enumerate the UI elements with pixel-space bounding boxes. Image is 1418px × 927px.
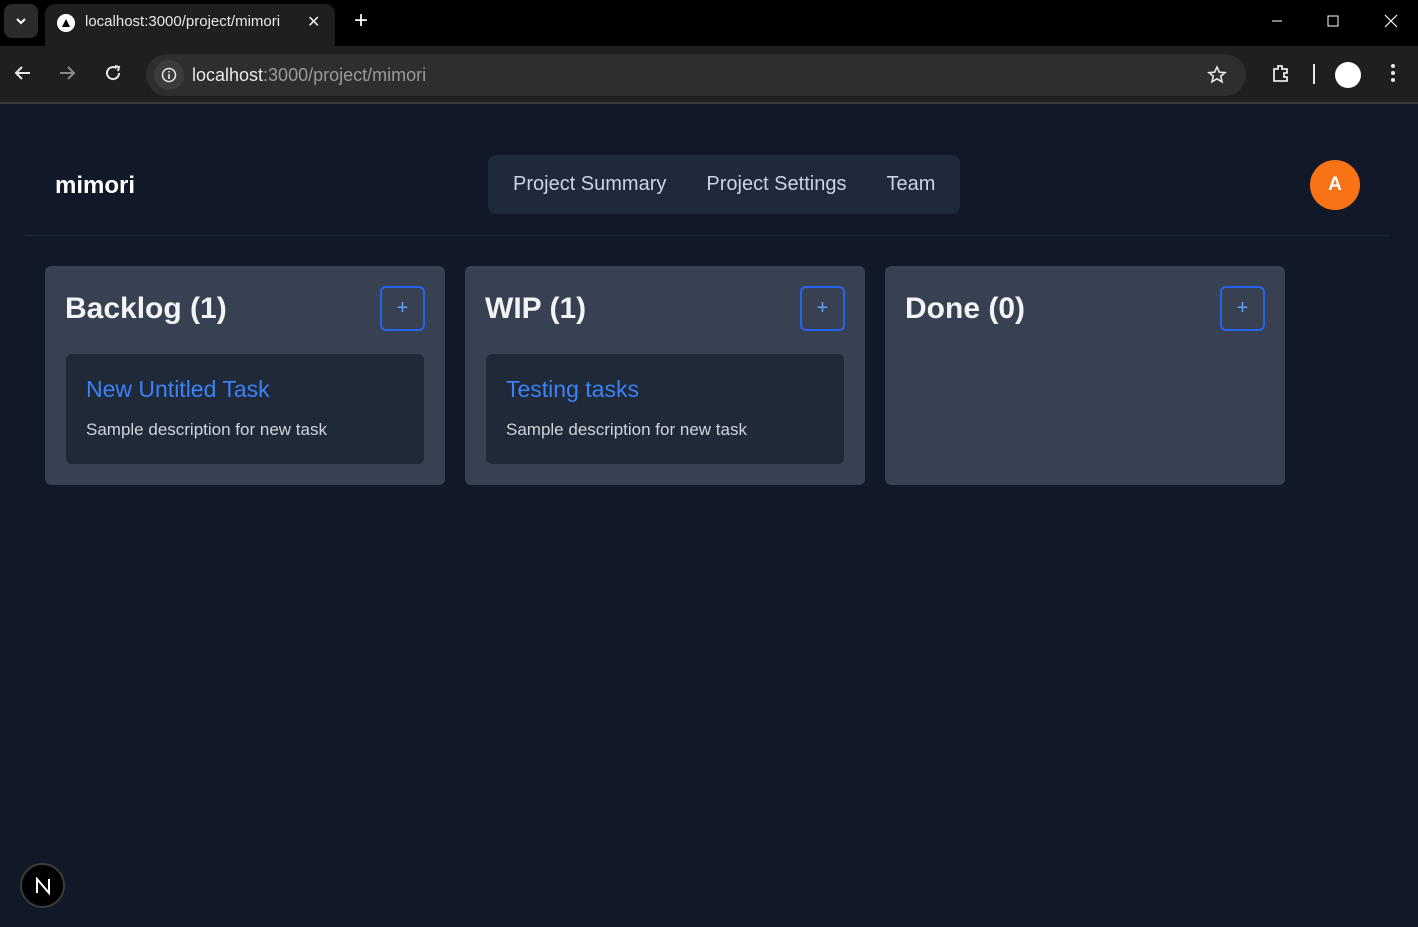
nav-team[interactable]: Team: [886, 173, 935, 196]
add-task-button[interactable]: +: [380, 286, 425, 331]
column-title: Done (0): [905, 292, 1025, 325]
address-bar[interactable]: localhost:3000/project/mimori: [146, 54, 1246, 96]
reload-button[interactable]: [98, 58, 128, 88]
url-text: localhost:3000/project/mimori: [192, 65, 427, 85]
profile-avatar-icon[interactable]: [1335, 62, 1361, 88]
add-task-button[interactable]: +: [1220, 286, 1265, 331]
back-button[interactable]: [8, 58, 38, 88]
toolbar-separator: [1313, 64, 1315, 84]
app-root: mimori Project Summary Project Settings …: [0, 104, 1418, 927]
browser-menu-icon[interactable]: [1378, 58, 1408, 88]
task-description: Sample description for new task: [506, 420, 747, 439]
close-window-button[interactable]: [1371, 6, 1411, 36]
column-done: Done (0) +: [885, 266, 1285, 485]
minimize-button[interactable]: [1257, 6, 1297, 36]
arrow-left-icon: [14, 66, 30, 80]
task-description: Sample description for new task: [86, 420, 327, 439]
close-icon[interactable]: ✕: [307, 12, 320, 32]
project-nav: Project Summary Project Settings Team: [488, 155, 960, 214]
browser-tab[interactable]: localhost:3000/project/mimori ✕: [45, 4, 335, 46]
nextjs-icon[interactable]: [20, 863, 65, 908]
browser-tab-bar: localhost:3000/project/mimori ✕ +: [0, 0, 1418, 46]
tab-title: localhost:3000/project/mimori: [85, 13, 281, 30]
arrow-right-icon: [60, 66, 76, 80]
task-card[interactable]: New Untitled Task Sample description for…: [66, 354, 424, 464]
column-backlog: Backlog (1) + New Untitled Task Sample d…: [45, 266, 445, 485]
column-title: WIP (1): [485, 292, 587, 325]
add-task-button[interactable]: +: [800, 286, 845, 331]
app-header: mimori Project Summary Project Settings …: [25, 104, 1390, 236]
triangle-icon: [57, 14, 75, 32]
nav-project-settings[interactable]: Project Settings: [706, 173, 846, 196]
column-wip: WIP (1) + Testing tasks Sample descripti…: [465, 266, 865, 485]
forward-button[interactable]: [52, 58, 82, 88]
site-info-icon[interactable]: [154, 60, 184, 90]
task-card[interactable]: Testing tasks Sample description for new…: [486, 354, 844, 464]
nav-project-summary[interactable]: Project Summary: [513, 173, 666, 196]
user-avatar[interactable]: A: [1310, 160, 1360, 210]
bookmark-star-icon[interactable]: [1204, 62, 1230, 88]
chevron-down-icon: [16, 18, 26, 25]
extensions-icon[interactable]: [1266, 58, 1296, 88]
tab-search-button[interactable]: [4, 4, 38, 38]
task-title[interactable]: Testing tasks: [506, 376, 639, 403]
reload-icon: [106, 65, 121, 81]
task-title[interactable]: New Untitled Task: [86, 376, 270, 403]
browser-toolbar: localhost:3000/project/mimori: [0, 46, 1418, 104]
new-tab-button[interactable]: +: [350, 6, 372, 36]
maximize-button[interactable]: [1313, 6, 1353, 36]
column-title: Backlog (1): [65, 292, 227, 325]
project-name: mimori: [55, 172, 136, 199]
